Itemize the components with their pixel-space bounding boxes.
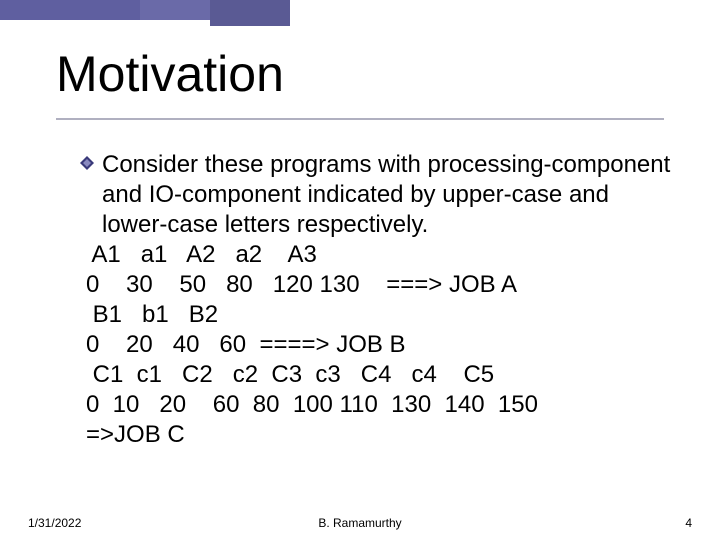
footer-page-number: 4: [685, 516, 692, 530]
bullet-text: Consider these programs with processing-…: [102, 150, 672, 240]
job-c-times: 0 10 20 60 80 100 110 130 140 150: [86, 390, 672, 420]
job-a-times: 0 30 50 80 120 130 ===> JOB A: [86, 270, 672, 300]
title-underline: [56, 118, 664, 120]
job-c-labels: C1 c1 C2 c2 C3 c3 C4 c4 C5: [86, 360, 672, 390]
decorative-bar-segment: [0, 0, 140, 20]
diamond-bullet-icon: [80, 156, 94, 170]
job-b-labels: B1 b1 B2: [86, 300, 672, 330]
footer-author: B. Ramamurthy: [0, 516, 720, 530]
decorative-bar-segment: [140, 0, 210, 20]
decorative-bar-segment: [210, 0, 290, 26]
slide-title: Motivation: [56, 45, 284, 103]
slide: Motivation Consider these programs with …: [0, 0, 720, 540]
decorative-topbar: [0, 0, 720, 20]
job-b-times: 0 20 40 60 ====> JOB B: [86, 330, 672, 360]
job-c-marker: =>JOB C: [86, 420, 672, 450]
slide-body: Consider these programs with processing-…: [82, 150, 672, 450]
job-a-labels: A1 a1 A2 a2 A3: [86, 240, 672, 270]
bullet-item: Consider these programs with processing-…: [82, 150, 672, 240]
